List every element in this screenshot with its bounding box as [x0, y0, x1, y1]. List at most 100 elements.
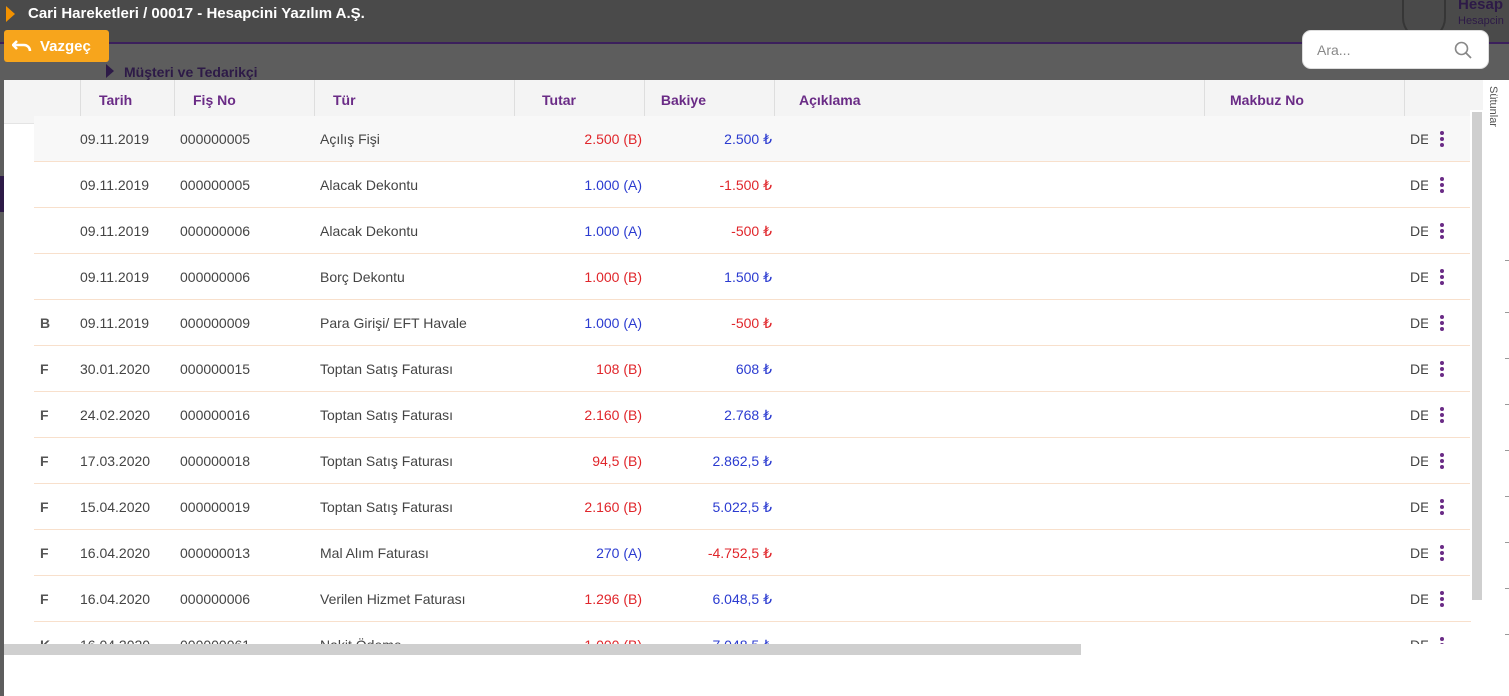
row-type: Toptan Satış Faturası	[320, 499, 454, 515]
row-amount: 1.000 (A)	[584, 315, 642, 331]
table-row[interactable]: 09.11.2019 000000005 Alacak Dekontu 1.000 (…	[34, 162, 1471, 208]
row-receipt-no: DE	[1410, 453, 1428, 469]
table-row[interactable]: F 15.04.2020 000000019 Toptan Satış Faturas…	[34, 484, 1471, 530]
row-receipt-no: DE	[1410, 361, 1428, 377]
row-balance: 608 ₺	[735, 361, 772, 377]
table-row[interactable]: 09.11.2019 000000006 Alacak Dekontu 1.000 (…	[34, 208, 1471, 254]
row-type-code	[40, 162, 60, 208]
row-date: 09.11.2019	[80, 131, 150, 147]
row-balance: -500 ₺	[731, 315, 772, 331]
app-titlebar: Cari Hareketleri / 00017 - Hesapcini Yaz…	[0, 0, 1509, 44]
table-row[interactable]: 09.11.2019 000000005 Açılış Fişi 2.500 (B) 2…	[34, 116, 1471, 162]
more-vertical-icon	[1440, 453, 1444, 469]
row-date: 09.11.2019	[80, 269, 150, 285]
row-date: 09.11.2019	[80, 315, 150, 331]
row-actions-button[interactable]	[1430, 162, 1454, 208]
row-amount: 108 (B)	[596, 361, 642, 377]
cancel-button[interactable]: Vazgeç	[4, 30, 109, 62]
row-fis-no: 000000018	[180, 453, 251, 469]
row-type: Toptan Satış Faturası	[320, 407, 454, 423]
row-date: 15.04.2020	[80, 499, 151, 515]
row-receipt-no: DE	[1410, 499, 1428, 515]
transactions-panel: Tarih Fiş No Tür Tutar Bakiye Açıklama M…	[4, 80, 1483, 696]
row-amount: 2.160 (B)	[584, 499, 642, 515]
row-date: 16.04.2020	[80, 591, 151, 607]
row-actions-button[interactable]	[1430, 116, 1454, 162]
row-actions-button[interactable]	[1430, 438, 1454, 484]
row-receipt-no: DE	[1410, 622, 1428, 644]
table-row[interactable]: F 16.04.2020 000000013 Mal Alım Faturası 270…	[34, 530, 1471, 576]
row-amount: 94,5 (B)	[592, 453, 642, 469]
table-body: 09.11.2019 000000005 Açılış Fişi 2.500 (B) 2…	[34, 116, 1471, 644]
row-amount: 1.296 (B)	[584, 591, 642, 607]
row-type-code: F	[40, 361, 49, 377]
row-receipt-no: DE	[1410, 407, 1428, 423]
expand-arrow-icon[interactable]	[6, 6, 15, 22]
row-type: Alacak Dekontu	[320, 177, 419, 193]
columns-panel-toggle[interactable]: Sütunlar	[1483, 80, 1509, 696]
row-type-code	[40, 208, 60, 254]
row-date: 30.01.2020	[80, 361, 151, 377]
row-receipt-no: DE	[1410, 223, 1428, 239]
row-actions-button[interactable]	[1430, 392, 1454, 438]
row-actions-button[interactable]	[1430, 300, 1454, 346]
row-fis-no: 000000009	[180, 315, 251, 331]
row-actions-button[interactable]	[1430, 576, 1454, 622]
row-type: Mal Alım Faturası	[320, 545, 429, 561]
more-vertical-icon	[1440, 223, 1444, 239]
row-balance: -4.752,5 ₺	[707, 545, 772, 561]
search-icon[interactable]	[1454, 41, 1472, 59]
row-type: Verilen Hizmet Faturası	[320, 591, 466, 607]
row-receipt-no: DE	[1410, 177, 1428, 193]
undo-icon	[12, 40, 32, 52]
row-amount: 2.160 (B)	[584, 407, 642, 423]
row-fis-no: 000000013	[180, 545, 251, 561]
row-actions-button[interactable]	[1430, 254, 1454, 300]
row-balance: 1.500 ₺	[724, 269, 772, 285]
row-type: Alacak Dekontu	[320, 223, 419, 239]
row-date: 24.02.2020	[80, 407, 151, 423]
row-fis-no: 000000005	[180, 177, 251, 193]
row-type-code: F	[40, 499, 49, 515]
columns-panel-label: Sütunlar	[1487, 86, 1499, 127]
row-actions-button[interactable]	[1430, 346, 1454, 392]
row-balance: 5.022,5 ₺	[712, 499, 772, 515]
row-balance: -500 ₺	[731, 223, 772, 239]
search-input[interactable]	[1317, 41, 1447, 58]
more-vertical-icon	[1440, 407, 1444, 423]
row-fis-no: 000000006	[180, 591, 251, 607]
row-balance: 2.862,5 ₺	[712, 453, 772, 469]
row-type: Borç Dekontu	[320, 269, 405, 285]
row-actions-button[interactable]	[1430, 622, 1454, 644]
row-date: 16.04.2020	[80, 622, 170, 644]
table-row[interactable]: F 16.04.2020 000000006 Verilen Hizmet Fatur…	[34, 576, 1471, 622]
row-actions-button[interactable]	[1430, 530, 1454, 576]
table-row[interactable]: 09.11.2019 000000006 Borç Dekontu 1.000 (B)…	[34, 254, 1471, 300]
row-fis-no: 000000006	[180, 269, 251, 285]
search-field	[1302, 30, 1489, 69]
horizontal-scrollbar-thumb[interactable]	[4, 644, 1081, 655]
row-type: Para Girişi/ EFT Havale	[320, 315, 467, 331]
row-date: 09.11.2019	[80, 177, 150, 193]
table-row[interactable]: K 16.04.2020 000000061 Nakit Ödeme1.000 (B)…	[34, 622, 1471, 644]
user-name[interactable]: Hesap	[1458, 0, 1503, 13]
row-actions-button[interactable]	[1430, 208, 1454, 254]
row-amount: 1.000 (A)	[584, 177, 642, 193]
row-actions-button[interactable]	[1430, 484, 1454, 530]
row-type-code: F	[40, 591, 49, 607]
table-row[interactable]: F 17.03.2020 000000018 Toptan Satış Faturas…	[34, 438, 1471, 484]
section-arrow-icon	[106, 64, 114, 78]
row-amount: 2.500 (B)	[584, 131, 642, 147]
row-receipt-no: DE	[1410, 591, 1428, 607]
section-title: Müşteri ve Tedarikçi	[106, 64, 258, 80]
row-date: 09.11.2019	[80, 223, 150, 239]
row-date: 17.03.2020	[80, 453, 151, 469]
vertical-scrollbar-thumb[interactable]	[1472, 112, 1482, 600]
row-fis-no: 000000005	[180, 131, 251, 147]
row-type-code	[40, 116, 60, 162]
table-row[interactable]: F 24.02.2020 000000016 Toptan Satış Faturas…	[34, 392, 1471, 438]
table-row[interactable]: B 09.11.2019 000000009 Para Girişi/ EFT Hav…	[34, 300, 1471, 346]
row-balance: -1.500 ₺	[719, 177, 773, 193]
table-row[interactable]: F 30.01.2020 000000015 Toptan Satış Faturas…	[34, 346, 1471, 392]
more-vertical-icon	[1440, 499, 1444, 515]
